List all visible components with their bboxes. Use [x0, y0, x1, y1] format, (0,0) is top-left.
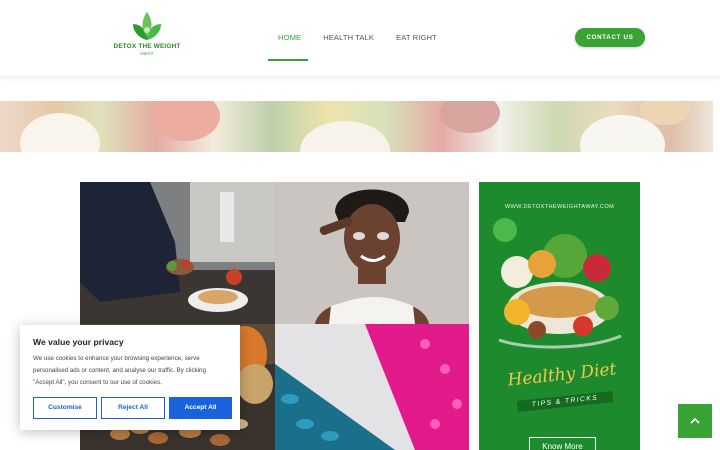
ad-ribbon: TIPS & TRICKS	[516, 391, 614, 412]
photo-pills[interactable]	[275, 324, 469, 450]
photo-cooking[interactable]	[80, 182, 275, 324]
accept-all-button[interactable]: Accept All	[169, 397, 232, 419]
nav-health-talk[interactable]: HEALTH TALK	[323, 33, 374, 60]
back-to-top-button[interactable]	[678, 404, 712, 438]
leaf-icon	[133, 12, 161, 40]
cookie-consent-dialog: We value your privacy We use cookies to …	[20, 325, 240, 430]
healthy-diet-ad[interactable]: WWW.DETOXTHEWEIGHTAWAY.COM Healthy Diet …	[479, 182, 640, 450]
site-header: DETOX THE WEIGHT AWAY HOME HEALTH TALK E…	[0, 0, 720, 76]
cookie-buttons: Customise Reject All Accept All	[33, 397, 236, 419]
cookie-text: We use cookies to enhance your browsing …	[33, 355, 206, 386]
logo-title: DETOX THE WEIGHT	[113, 43, 181, 50]
cookie-title: We value your privacy	[33, 337, 124, 347]
chevron-up-icon	[690, 417, 700, 424]
photo-woman-smiling[interactable]	[275, 182, 469, 324]
page: DETOX THE WEIGHT AWAY HOME HEALTH TALK E…	[0, 0, 720, 450]
contact-us-button[interactable]: CONTACT US	[575, 28, 645, 47]
food-bowl-illustration	[493, 218, 622, 349]
customise-button[interactable]: Customise	[33, 397, 97, 419]
nav-eat-right[interactable]: EAT RIGHT	[396, 33, 437, 60]
ad-url: WWW.DETOXTHEWEIGHTAWAY.COM	[504, 204, 615, 210]
hero-banner-image	[0, 101, 713, 152]
reject-all-button[interactable]: Reject All	[101, 397, 165, 419]
ad-title: Healthy Diet	[506, 359, 618, 391]
logo-subtitle: AWAY	[139, 51, 155, 56]
site-logo[interactable]: DETOX THE WEIGHT AWAY	[112, 10, 182, 62]
know-more-button[interactable]: Know More	[529, 437, 596, 450]
nav-home[interactable]: HOME	[267, 33, 309, 61]
main-nav: HOME HEALTH TALK EAT RIGHT	[267, 33, 459, 61]
